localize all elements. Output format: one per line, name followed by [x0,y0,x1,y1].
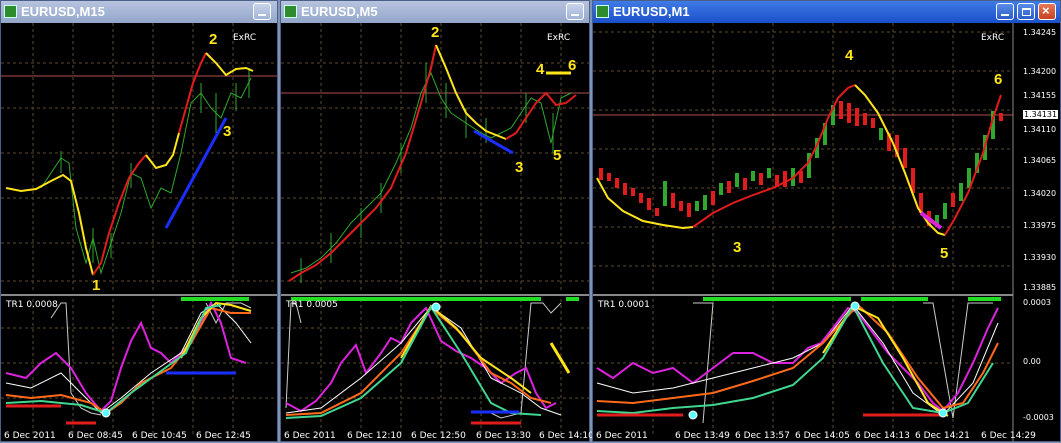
wave-label-4: 4 [536,61,545,78]
time-label: 6 Dec 2011 [4,431,56,441]
indicator-axis-label: -0.0003 [1023,413,1054,422]
candles [599,101,1003,227]
wave-label-3: 3 [733,239,742,256]
price-axis-label: 1.34110 [1023,125,1057,134]
window-title: EURUSD,M15 [21,4,105,19]
wave-label-2: 2 [209,31,218,48]
wave-label-6: 6 [994,71,1003,88]
chart-app-icon [596,5,609,18]
indicator-axis-label: 0.00 [1023,357,1041,366]
minimize-button[interactable] [566,3,584,20]
exrc-label: ExRC [981,33,1005,43]
time-label: 6 Dec 13:57 [735,431,790,441]
time-label: 6 Dec 10:45 [132,431,187,441]
time-label: 6 Dec 12:45 [196,431,251,441]
window-title: EURUSD,M5 [301,4,378,19]
wave-label-2: 2 [431,24,440,41]
price-axis-label: 1.34245 [1023,28,1057,37]
exrc-label: ExRC [233,33,257,43]
time-label: 6 Dec 14:21 [915,431,970,441]
time-label: 6 Dec 12:50 [411,431,466,441]
chart-window-m15[interactable]: EURUSD,M15 ExRC TR1 0.0008 1 2 3 6 Dec 2… [0,0,278,442]
time-label: 6 Dec 2011 [284,431,336,441]
indicator-label: TR1 0.0005 [286,300,338,310]
indicator-label: TR1 0.0008 [6,300,58,310]
wave-label-5: 5 [940,245,949,262]
exrc-label: ExRC [547,33,571,43]
minimize-button[interactable] [253,3,271,20]
window-titlebar[interactable]: EURUSD,M1 × [593,1,1060,23]
current-price-marker: 1.34131 [1023,110,1059,119]
chart-window-m5[interactable]: EURUSD,M5 ExRC TR1 0.0005 2 3 4 5 6 6 De… [280,0,594,443]
time-label: 6 Dec 2011 [596,431,648,441]
minimize-button[interactable] [996,3,1014,20]
wave-label-3: 3 [223,123,232,140]
maximize-button[interactable] [1017,3,1035,20]
price-axis-label: 1.33930 [1023,253,1057,262]
price-chart-canvas[interactable] [281,23,589,443]
indicator-label: TR1 0.0001 [598,300,650,310]
time-label: 6 Dec 13:30 [476,431,531,441]
time-label: 6 Dec 12:10 [347,431,402,441]
window-titlebar[interactable]: EURUSD,M5 [281,1,589,23]
time-label: 6 Dec 08:45 [68,431,123,441]
chart-app-icon [4,5,17,18]
wave-label-3: 3 [515,159,524,176]
time-label: 6 Dec 14:10 [539,431,594,441]
window-title: EURUSD,M1 [613,4,690,19]
price-axis-label: 1.33975 [1023,221,1057,230]
chart-app-icon [284,5,297,18]
time-label: 6 Dec 14:05 [795,431,850,441]
chart-window-m1[interactable]: EURUSD,M1 × ExRC TR1 0.0001 1.34245 1.34… [592,0,1061,443]
wave-label-1: 1 [92,277,101,294]
wave-label-6: 6 [568,57,577,74]
wave-label-4: 4 [845,47,854,64]
time-label: 6 Dec 14:13 [855,431,910,441]
price-axis-label: 1.34155 [1023,91,1057,100]
price-chart-canvas[interactable] [1,23,277,443]
indicator-axis-label: 0.0003 [1023,298,1051,307]
time-label: 6 Dec 13:49 [675,431,730,441]
window-titlebar[interactable]: EURUSD,M15 [1,1,277,23]
wave-label-5: 5 [553,147,562,164]
price-axis-label: 1.34065 [1023,156,1057,165]
time-label: 6 Dec 14:29 [981,431,1036,441]
price-axis-label: 1.33885 [1023,283,1057,292]
price-chart-canvas[interactable] [593,23,1060,443]
price-axis-label: 1.34020 [1023,189,1057,198]
close-button[interactable]: × [1038,3,1056,20]
price-axis-label: 1.34200 [1023,67,1057,76]
